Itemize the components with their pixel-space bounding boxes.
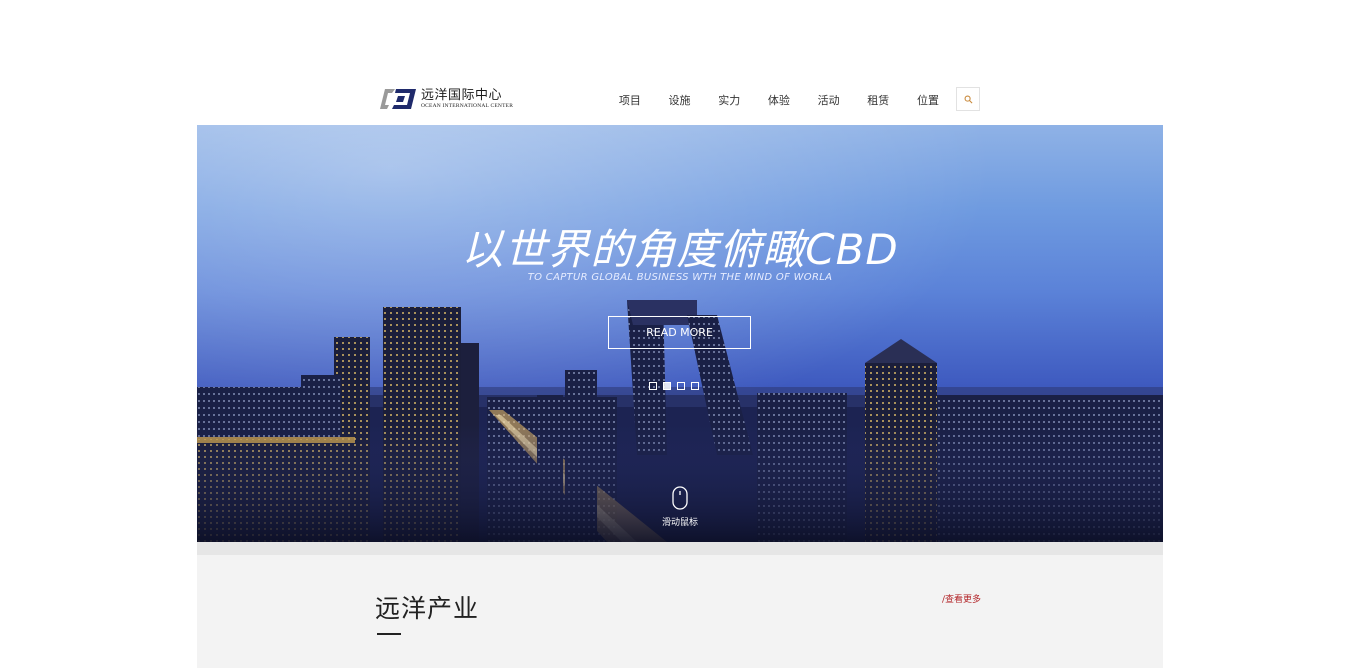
scroll-hint-label: 滑动鼠标: [661, 518, 698, 528]
slide-dot[interactable]: [691, 382, 699, 390]
section-title-underline: [377, 633, 401, 635]
nav-item-strength[interactable]: 实力: [704, 92, 754, 108]
divider-strip: [197, 542, 1163, 555]
nav-item-leasing[interactable]: 租赁: [853, 92, 903, 108]
slide-dot[interactable]: [677, 382, 685, 390]
hero-subtitle: TO CAPTUR GLOBAL BUSINESS WTH THE MIND O…: [527, 272, 833, 283]
scroll-mouse-icon[interactable]: [672, 486, 688, 510]
search-icon: [964, 95, 972, 103]
main-nav: 项目 设施 实力 体验 活动 租赁 位置: [605, 92, 953, 108]
read-more-button[interactable]: READ MORE: [608, 316, 751, 349]
page: 远洋国际中心 OCEAN INTERNATIONAL CENTER 项目 设施 …: [0, 0, 1360, 668]
nav-item-projects[interactable]: 项目: [605, 92, 655, 108]
nav-item-events[interactable]: 活动: [804, 92, 854, 108]
view-more-link[interactable]: /查看更多: [942, 592, 981, 605]
slide-dot[interactable]: [649, 382, 657, 390]
industry-section: 远洋产业 /查看更多: [197, 555, 1163, 668]
hero-banner: 以世界的角度俯瞰CBD TO CAPTUR GLOBAL BUSINESS WT…: [197, 125, 1163, 542]
section-title: 远洋产业: [375, 594, 480, 623]
nav-item-experience[interactable]: 体验: [754, 92, 804, 108]
logo-name-cn: 远洋国际中心: [421, 87, 503, 103]
nav-item-facilities[interactable]: 设施: [655, 92, 705, 108]
search-button[interactable]: [956, 87, 980, 111]
slide-dot-active[interactable]: [663, 382, 671, 390]
logo-name-en: OCEAN INTERNATIONAL CENTER: [421, 102, 514, 109]
site-header: 远洋国际中心 OCEAN INTERNATIONAL CENTER 项目 设施 …: [197, 73, 1163, 125]
hero-title: 以世界的角度俯瞰CBD: [461, 225, 899, 274]
nav-item-location[interactable]: 位置: [903, 92, 953, 108]
logo[interactable]: 远洋国际中心 OCEAN INTERNATIONAL CENTER: [379, 86, 513, 112]
slide-indicators: [649, 382, 699, 390]
logo-icon: [380, 89, 416, 109]
